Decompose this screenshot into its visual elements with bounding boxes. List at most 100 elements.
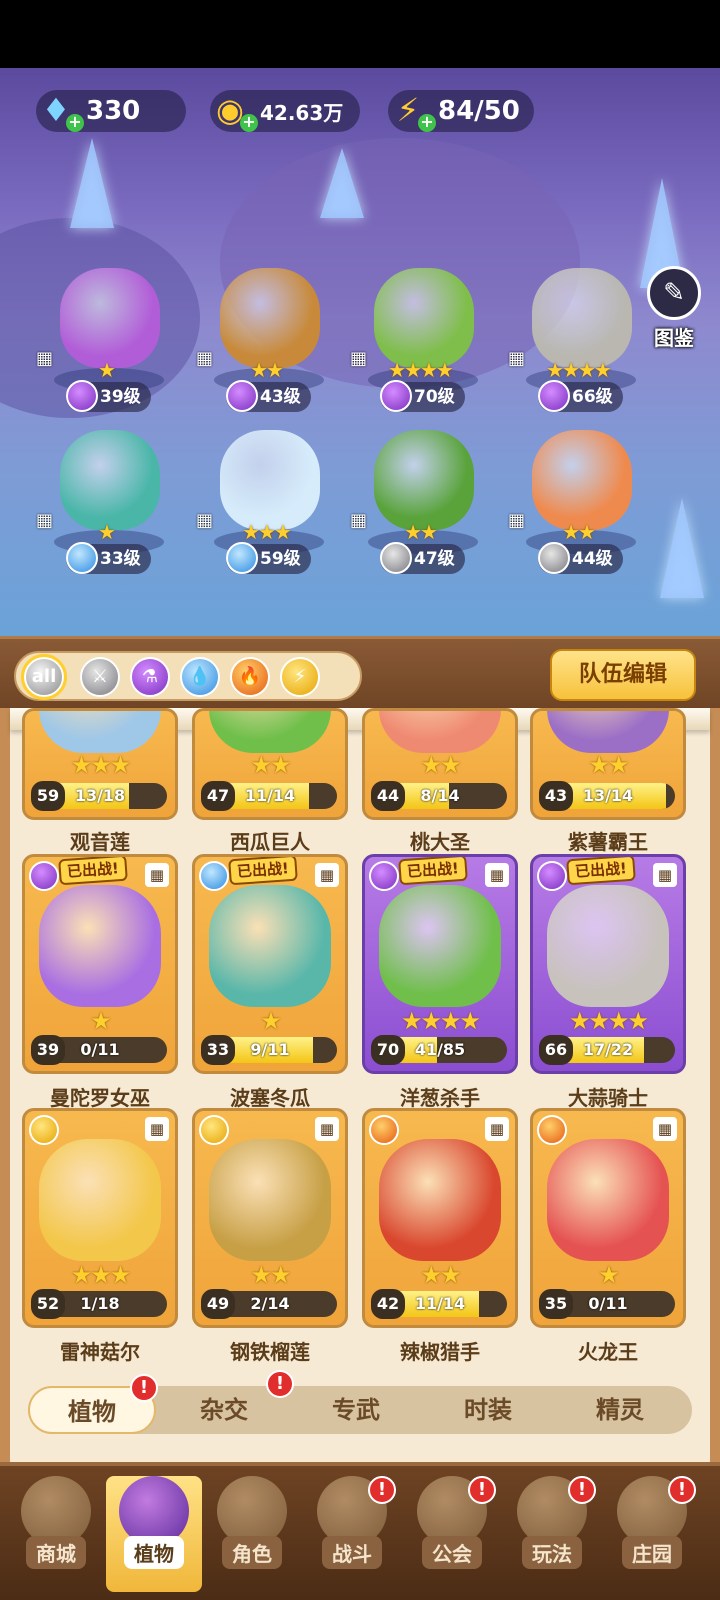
- team-edit-button[interactable]: 队伍编辑: [550, 649, 696, 701]
- purple-element-icon: [29, 861, 59, 891]
- purple-element-icon: [66, 380, 98, 412]
- plant-name: 洋葱杀手: [400, 1086, 480, 1110]
- nav-shop[interactable]: 商城: [8, 1476, 104, 1592]
- formation-plant[interactable]: ▦ ★★★★ 66级: [508, 268, 648, 418]
- star-rating: ★★★★: [388, 358, 454, 382]
- star-rating: ★★★: [242, 520, 292, 544]
- energy-counter[interactable]: ⚡ + 84/50: [388, 90, 534, 132]
- nav-gameplay[interactable]: 玩法 !: [504, 1476, 600, 1592]
- formation-plant[interactable]: ▦ ★★ 43级: [196, 268, 336, 418]
- nav-plants[interactable]: 植物: [106, 1476, 202, 1592]
- tab-plants[interactable]: 植物 !: [28, 1374, 158, 1434]
- tab-hybrid[interactable]: 杂交 !: [160, 1370, 294, 1434]
- nav-guild[interactable]: 公会 !: [404, 1476, 500, 1592]
- plant-card[interactable]: ★ 0/11 35 ▦: [530, 1108, 686, 1328]
- plant-card[interactable]: ★★★ 1/18 52 ▦: [22, 1108, 178, 1328]
- formation-plant[interactable]: ▦ ★★ 47级: [350, 430, 490, 580]
- nav-manor[interactable]: 庄园 !: [604, 1476, 700, 1592]
- star-rating: ★★: [562, 520, 596, 544]
- plant-name: 雷神菇尔: [60, 1340, 140, 1364]
- add-coins-icon[interactable]: +: [240, 114, 258, 132]
- sword-icon: ⚔: [91, 666, 109, 687]
- plant-name: 桃大圣: [410, 830, 470, 854]
- potion-icon: ⚗: [141, 666, 159, 687]
- filter-sword-button[interactable]: ⚔: [80, 657, 120, 697]
- nav-battle[interactable]: 战斗 !: [304, 1476, 400, 1592]
- card-level: 49: [201, 1289, 235, 1319]
- collection-book-button[interactable]: ✎ 图鉴: [644, 266, 704, 350]
- status-bar: [0, 0, 720, 68]
- plant-name: 辣椒猎手: [400, 1340, 480, 1364]
- plant-portrait: [39, 885, 161, 1007]
- filter-fire-button[interactable]: 🔥: [230, 657, 270, 697]
- star-rating: ★: [90, 1007, 112, 1035]
- card-level: 43: [539, 781, 573, 811]
- star-rating: ★: [98, 520, 116, 544]
- filter-all-button[interactable]: all: [21, 654, 67, 700]
- book-icon: ✎: [647, 266, 701, 320]
- star-rating: ★★: [420, 751, 461, 779]
- formation-plant[interactable]: ▦ ★★★ 59级: [196, 430, 336, 580]
- plant-figure: [60, 268, 160, 368]
- grid-icon: ▦: [145, 1117, 169, 1141]
- plant-portrait: [39, 1139, 161, 1261]
- plant-card[interactable]: ★★ 8/14 44: [362, 708, 518, 820]
- star-rating: ★★★: [70, 1261, 132, 1289]
- alert-badge: !: [468, 1476, 496, 1504]
- filter-lightning-button[interactable]: ⚡: [280, 657, 320, 697]
- plant-card[interactable]: ★ 0/11 39 ▦ 已出战!: [22, 854, 178, 1074]
- plant-card[interactable]: ★★★ 13/18 59: [22, 708, 178, 820]
- plant-name: 火龙王: [578, 1340, 638, 1364]
- plant-figure: [220, 268, 320, 368]
- plant-figure: [374, 268, 474, 368]
- tab-exclusive-weapon[interactable]: 专武: [292, 1386, 420, 1434]
- plant-portrait: [547, 885, 669, 1007]
- grid-icon: ▦: [145, 863, 169, 887]
- plant-card[interactable]: ★★★★ 41/85 70 ▦ 已出战!: [362, 854, 518, 1074]
- plant-portrait: [379, 1139, 501, 1261]
- bolt-element-icon: [199, 1115, 229, 1145]
- filter-potion-button[interactable]: ⚗: [130, 657, 170, 697]
- plant-card[interactable]: ★★ 11/14 47: [192, 708, 348, 820]
- grid-icon: ▦: [485, 1117, 509, 1141]
- tab-spirit[interactable]: 精灵: [556, 1386, 684, 1434]
- filter-water-button[interactable]: 💧: [180, 657, 220, 697]
- formation-plant[interactable]: ▦ ★ 33级: [36, 430, 176, 580]
- lightning-icon: ⚡: [293, 666, 307, 687]
- plant-name: 钢铁榴莲: [230, 1340, 310, 1364]
- coin-counter[interactable]: ◉ + 42.63万: [210, 90, 360, 132]
- formation-plant[interactable]: ▦ ★★ 44级: [508, 430, 648, 580]
- star-rating: ★★: [250, 1261, 291, 1289]
- alert-badge: !: [568, 1476, 596, 1504]
- plant-portrait: [547, 1139, 669, 1261]
- star-rating: ★★: [588, 751, 629, 779]
- plant-card-panel: ★★★ 13/18 59 观音莲 ★★ 11/14 47 西瓜巨人 ★★ 8/14 44 桃大圣 ★★ 1…: [0, 708, 720, 1462]
- add-gems-icon[interactable]: +: [66, 114, 84, 132]
- card-level: 52: [31, 1289, 65, 1319]
- plant-card[interactable]: ★★ 13/14 43: [530, 708, 686, 820]
- add-energy-icon[interactable]: +: [418, 114, 436, 132]
- plant-card[interactable]: ★★ 2/14 49 ▦: [192, 1108, 348, 1328]
- bolt-element-icon: [29, 1115, 59, 1145]
- tab-costume[interactable]: 时装: [424, 1386, 552, 1434]
- sword-element-icon: [538, 542, 570, 574]
- plant-portrait: [379, 885, 501, 1007]
- alert-badge: !: [130, 1374, 158, 1402]
- formation-plant[interactable]: ▦ ★ 39级: [36, 268, 176, 418]
- plant-card[interactable]: ★★ 11/14 42 ▦: [362, 1108, 518, 1328]
- plant-name: 西瓜巨人: [230, 830, 310, 854]
- card-level: 66: [539, 1035, 573, 1065]
- star-rating: ★: [260, 1007, 282, 1035]
- plant-portrait: [547, 711, 669, 753]
- plant-name: 紫薯霸王: [568, 830, 648, 854]
- formation-plant[interactable]: ▦ ★★★★ 70级: [350, 268, 490, 418]
- gem-counter[interactable]: ♦ + 330: [36, 90, 186, 132]
- team-formation-scene: ♦ + 330 ◉ + 42.63万 ⚡ + 84/50 ✎ 图鉴 ▦ ★ 39级 ▦…: [0, 68, 720, 636]
- fire-icon: 🔥: [238, 666, 262, 687]
- plant-card[interactable]: ★ 9/11 33 ▦ 已出战!: [192, 854, 348, 1074]
- plant-figure: [220, 430, 320, 530]
- water-element-icon: [66, 542, 98, 574]
- plant-card[interactable]: ★★★★ 17/22 66 ▦ 已出战!: [530, 854, 686, 1074]
- nav-character[interactable]: 角色: [204, 1476, 300, 1592]
- purple-element-icon: [380, 380, 412, 412]
